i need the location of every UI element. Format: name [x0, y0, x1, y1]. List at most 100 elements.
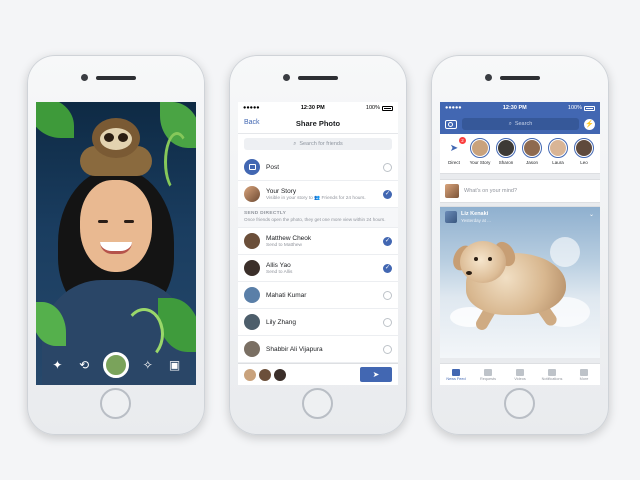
selfie-eye-left — [98, 220, 108, 223]
messenger-icon[interactable]: ⚡ — [584, 118, 595, 130]
search-placeholder: Search for friends — [299, 141, 343, 147]
send-directly-section: SEND DIRECTLY Once friends open the phot… — [238, 208, 398, 229]
avatar — [445, 184, 459, 198]
facebook-header: ●●●●● 12:30 PM 100% ⌕ Search ⚡ — [440, 102, 600, 134]
story-item[interactable]: Laura — [547, 138, 569, 173]
selfie-face — [80, 180, 152, 272]
front-camera-lens — [485, 74, 492, 81]
search-icon: ⌕ — [293, 140, 297, 147]
battery-icon — [584, 105, 595, 111]
page-title: Share Photo — [295, 119, 341, 128]
story-item[interactable]: ➤ 2 Direct — [443, 137, 466, 173]
avatar — [244, 186, 260, 202]
selected-avatar — [274, 368, 286, 381]
phone-feed: ●●●●● 12:30 PM 100% ⌕ Search ⚡ ➤ 2 Direct Y… — [431, 55, 609, 435]
avatar — [244, 287, 260, 304]
tab-news-feed[interactable]: News Feed — [440, 364, 472, 385]
flip-camera-icon[interactable]: ⟲ — [76, 357, 92, 373]
radio-unchecked[interactable] — [383, 162, 392, 172]
friend-row[interactable]: Mahati Kumar — [238, 282, 398, 310]
status-bar: ●●●●● 12:30 PM 100% — [440, 102, 600, 114]
vine-overlay — [164, 132, 190, 192]
story-avatar — [498, 140, 514, 156]
story-avatar — [524, 140, 540, 156]
feed-post[interactable]: Liz Kenaki Yesterday at ... ⌄ — [440, 206, 600, 358]
friend-row[interactable]: Shabbir Ali Vijapura — [238, 336, 398, 364]
sparkle-wand-icon[interactable]: ✦ — [49, 357, 65, 373]
story-item[interactable]: Sharon — [495, 138, 517, 173]
post-author[interactable]: Liz Kenaki — [461, 211, 491, 217]
story-label: Your Story — [469, 160, 491, 165]
signal-icon: ●●●●● — [445, 105, 462, 111]
home-button[interactable] — [100, 388, 131, 419]
selfie-smile — [100, 242, 132, 254]
radio-unchecked[interactable] — [383, 290, 392, 300]
earpiece-speaker — [298, 76, 338, 80]
post-timestamp: Yesterday at ... — [461, 218, 491, 223]
status-composer[interactable]: What's on your mind? — [440, 179, 600, 203]
friend-search-input[interactable]: ⌕ Search for friends — [244, 138, 392, 150]
story-item[interactable]: Leo — [573, 138, 595, 173]
story-ring — [470, 138, 490, 158]
radio-checked[interactable]: ✓ — [383, 189, 392, 199]
option-label: Post — [266, 163, 280, 171]
search-label: Search — [514, 121, 533, 127]
tab-label: Requests — [479, 376, 497, 381]
tab-notifications[interactable]: Notifications — [536, 364, 568, 385]
friend-row[interactable]: Matthew Cheok Send to Matthew ✓ — [238, 228, 398, 256]
friend-row[interactable]: Allis Yao Send to Allis ✓ — [238, 255, 398, 283]
earpiece-speaker — [500, 76, 540, 80]
radio-checked[interactable]: ✓ — [383, 263, 392, 273]
signal-icon: ●●●●● — [243, 105, 260, 111]
battery-percent: 100% — [567, 105, 582, 111]
share-option-your-story[interactable]: Your Story Visible in your story to 👥 Fr… — [238, 181, 398, 208]
story-avatar — [576, 140, 592, 156]
shutter-button[interactable] — [102, 352, 129, 378]
battery-percent: 100% — [365, 105, 380, 111]
story-item[interactable]: Ashi — [599, 138, 600, 173]
radio-unchecked[interactable] — [383, 344, 392, 354]
status-time: 12:30 PM — [502, 105, 527, 111]
status-right: 100% — [366, 105, 393, 111]
avatar[interactable] — [445, 211, 457, 223]
radio-unchecked[interactable] — [383, 317, 392, 327]
status-right: 100% — [568, 105, 595, 111]
friend-name: Lily Zhang — [266, 318, 296, 326]
share-photo-screen: ●●●●● 12:30 PM 100% Back Share Photo ⌕ S… — [238, 102, 398, 385]
snow-spray — [550, 237, 580, 267]
tab-icon — [516, 368, 524, 376]
home-button[interactable] — [302, 388, 333, 419]
section-description: Once friends open the photo, they get on… — [244, 217, 386, 222]
tab-icon — [548, 368, 556, 376]
status-time: 12:30 PM — [300, 105, 325, 111]
tab-more[interactable]: More — [568, 364, 600, 385]
radio-checked[interactable]: ✓ — [383, 236, 392, 246]
story-ring — [548, 138, 568, 158]
story-ring: ➤ 2 — [444, 137, 466, 158]
post-header: Liz Kenaki Yesterday at ... — [445, 211, 491, 223]
effects-icon[interactable]: ✧ — [140, 357, 156, 373]
selected-avatar — [244, 368, 256, 381]
sloth-eye-left — [104, 133, 114, 142]
tab-videos[interactable]: Videos — [504, 364, 536, 385]
friend-row[interactable]: Lily Zhang — [238, 309, 398, 337]
direct-count-badge: 2 — [459, 137, 466, 144]
search-input[interactable]: ⌕ Search — [462, 118, 579, 130]
story-avatar — [550, 140, 566, 156]
story-item[interactable]: Your Story — [469, 138, 491, 173]
story-label: Jason — [525, 160, 538, 165]
friend-name: Allis Yao — [266, 261, 291, 269]
back-button[interactable]: Back — [244, 119, 260, 126]
tab-requests[interactable]: Requests — [472, 364, 504, 385]
share-option-post[interactable]: Post — [238, 154, 398, 181]
chevron-down-icon[interactable]: ⌄ — [589, 211, 594, 218]
send-button[interactable]: ➤ — [360, 367, 392, 382]
tab-icon — [452, 368, 460, 376]
story-item[interactable]: Jason — [521, 138, 543, 173]
home-button[interactable] — [504, 388, 535, 419]
tab-icon — [484, 368, 492, 376]
camera-icon[interactable] — [445, 119, 457, 129]
gallery-icon[interactable]: ▣ — [167, 357, 183, 373]
camera-screen: ✦ ⟲ ✧ ▣ — [36, 102, 196, 385]
friend-sublabel: Send to Matthew — [266, 242, 302, 248]
